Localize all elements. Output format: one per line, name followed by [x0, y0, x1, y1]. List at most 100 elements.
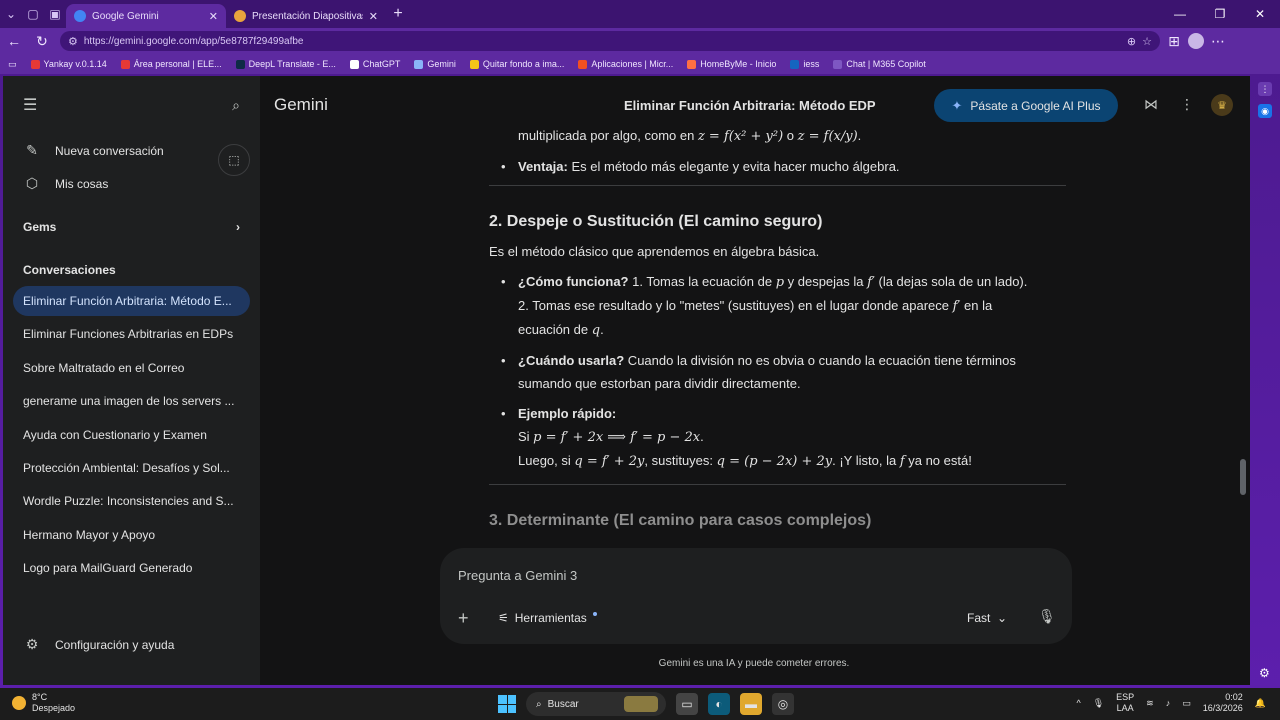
- weather-text: 8°C Despejado: [32, 692, 75, 714]
- math-expression: q = (p − 2x) + 2y: [716, 454, 833, 469]
- text: . ¡Y listo, la: [832, 453, 900, 468]
- share-icon[interactable]: ⋈: [1144, 96, 1158, 113]
- bullet-ejemplo: Ejemplo rápido: Si p = f′ + 2x ⟹ f′ = p …: [489, 402, 1069, 473]
- bookmarks-menu-icon[interactable]: ▭: [8, 59, 17, 70]
- math-expression: f′: [867, 275, 875, 290]
- scrollbar-thumb[interactable]: [1240, 459, 1246, 495]
- task-view-icon[interactable]: ▭: [676, 693, 698, 715]
- prompt-input[interactable]: Pregunta a Gemini 3: [458, 568, 577, 583]
- conversations-heading-label: Conversaciones: [23, 262, 116, 277]
- browser-tab-presentation[interactable]: Presentación Diapositivas Proyect ✕: [226, 4, 386, 28]
- microphone-icon[interactable]: 🎙: [1038, 608, 1056, 625]
- text: ya no está!: [904, 453, 972, 468]
- user-avatar[interactable]: ♛: [1211, 94, 1233, 116]
- conversation-item[interactable]: Wordle Puzzle: Inconsistencies and S...: [13, 486, 250, 516]
- bullet-label: Ejemplo rápido:: [518, 406, 617, 421]
- bookmark-item[interactable]: Chat | M365 Copilot: [833, 59, 926, 69]
- minimize-icon[interactable]: —: [1160, 0, 1200, 28]
- address-bar[interactable]: ⚙ https://gemini.google.com/app/5e8787f2…: [60, 31, 1160, 51]
- bookmark-item[interactable]: DeepL Translate - E...: [235, 59, 336, 69]
- tab-menu-icon[interactable]: ⌄: [0, 3, 22, 25]
- bookmark-item[interactable]: ChatGPT: [349, 59, 400, 69]
- bookmark-item[interactable]: Área personal | ELE...: [120, 59, 222, 69]
- back-icon[interactable]: ←: [0, 33, 28, 49]
- maximize-icon[interactable]: ❐: [1200, 0, 1240, 28]
- conversation-item[interactable]: Eliminar Función Arbitraria: Método E...: [13, 286, 250, 316]
- upgrade-button[interactable]: ✦ Pásate a Google AI Plus: [934, 89, 1118, 122]
- browser-tab-gemini[interactable]: Google Gemini ✕: [66, 4, 226, 28]
- bookmark-item[interactable]: HomeByMe - Inicio: [687, 59, 776, 69]
- show-hidden-icons-icon[interactable]: ^: [1076, 698, 1080, 708]
- menu-icon[interactable]: ☰: [23, 95, 37, 115]
- rail-more-icon[interactable]: ⋮: [1258, 82, 1272, 96]
- browser-menu-icon[interactable]: ⋯: [1204, 33, 1232, 50]
- conversation-item[interactable]: generame una imagen de los servers ...: [13, 386, 250, 416]
- file-explorer-icon[interactable]: ▬: [740, 693, 762, 715]
- bookmark-item[interactable]: Yankay v.0.1.14: [30, 59, 107, 69]
- bookmark-item[interactable]: iess: [790, 59, 819, 69]
- conversation-label: Sobre Maltratado en el Correo: [23, 360, 185, 375]
- bookmark-item[interactable]: Gemini: [414, 59, 456, 69]
- close-window-icon[interactable]: ✕: [1240, 0, 1280, 28]
- weather-widget[interactable]: 8°C Despejado: [12, 692, 75, 714]
- section-intro: Es el método clásico que aprendemos en á…: [489, 244, 820, 259]
- edit-icon: ✎: [26, 142, 38, 158]
- zoom-icon[interactable]: ⊕: [1127, 35, 1136, 48]
- clock[interactable]: 0:02 16/3/2026: [1203, 692, 1243, 714]
- settings-button[interactable]: ⚙ Configuración y ayuda: [3, 628, 194, 661]
- language-indicator[interactable]: ESP LAA: [1116, 692, 1134, 714]
- edge-icon[interactable]: ◐: [708, 693, 730, 715]
- tab-actions-icon[interactable]: ▣: [44, 3, 66, 25]
- copilot-icon[interactable]: ◉: [1258, 104, 1272, 118]
- continued-paragraph: multiplicada por algo, como en z = f(x² …: [489, 124, 1069, 148]
- model-mode-selector[interactable]: Fast ⌄: [967, 611, 1007, 625]
- site-info-icon[interactable]: ⚙: [68, 35, 78, 48]
- divider: [489, 484, 1066, 485]
- bookmark-label: Gemini: [427, 59, 456, 69]
- new-tab-button[interactable]: +: [386, 5, 410, 23]
- text: , sustituyes:: [644, 453, 717, 468]
- conversation-item[interactable]: Logo para MailGuard Generado: [13, 553, 250, 583]
- add-icon[interactable]: +: [458, 608, 469, 629]
- temporary-chat-icon[interactable]: ⬚: [218, 144, 250, 176]
- bookmark-item[interactable]: Quitar fondo a ima...: [469, 59, 564, 69]
- profile-avatar[interactable]: [1188, 33, 1204, 49]
- close-tab-icon[interactable]: ✕: [209, 10, 218, 23]
- wifi-icon[interactable]: ≋: [1146, 698, 1154, 709]
- microphone-tray-icon[interactable]: 🎙: [1093, 698, 1104, 709]
- windows-taskbar: 8°C Despejado ⌕ Buscar ▭ ◐ ▬ ◎ ^ 🎙 ESP LAA…: [0, 688, 1280, 720]
- start-icon[interactable]: [498, 695, 516, 713]
- weather-condition: Despejado: [32, 703, 76, 713]
- reload-icon[interactable]: ↻: [28, 33, 56, 50]
- browser-toolbar: ← ↻ ⚙ https://gemini.google.com/app/5e87…: [0, 28, 1280, 54]
- notifications-icon[interactable]: 🔔: [1255, 698, 1266, 709]
- bookmark-star-icon[interactable]: ☆: [1142, 35, 1152, 48]
- bookmark-label: Chat | M365 Copilot: [846, 59, 926, 69]
- conversation-item[interactable]: Eliminar Funciones Arbitrarias en EDPs: [13, 319, 250, 349]
- my-stuff-button[interactable]: ⬡ Mis cosas: [3, 167, 260, 200]
- more-options-icon[interactable]: ⋮: [1180, 96, 1194, 113]
- search-label: Buscar: [547, 698, 579, 710]
- bullet-label: Ventaja:: [518, 159, 568, 174]
- close-tab-icon[interactable]: ✕: [369, 10, 378, 23]
- extensions-icon[interactable]: ⊞: [1160, 33, 1188, 50]
- gemini-logo[interactable]: Gemini: [274, 95, 328, 115]
- bookmark-item[interactable]: Aplicaciones | Micr...: [578, 59, 673, 69]
- chrome-icon[interactable]: ◎: [772, 693, 794, 715]
- conversation-item[interactable]: Protección Ambiental: Desafíos y Sol...: [13, 453, 250, 483]
- tools-button[interactable]: ⚟ Herramientas: [498, 611, 597, 625]
- battery-icon[interactable]: ▭: [1182, 698, 1191, 709]
- conversation-item[interactable]: Hermano Mayor y Apoyo: [13, 520, 250, 550]
- divider: [489, 185, 1066, 186]
- taskbar-search[interactable]: ⌕ Buscar: [526, 692, 666, 716]
- volume-icon[interactable]: ♪: [1166, 698, 1171, 708]
- gems-item[interactable]: Gems ›: [3, 210, 260, 243]
- bookmark-favicon-icon: [120, 59, 130, 69]
- rail-settings-icon[interactable]: ⚙: [1259, 666, 1270, 680]
- conversation-item[interactable]: Ayuda con Cuestionario y Examen: [13, 420, 250, 450]
- text: y despejas la: [784, 274, 868, 289]
- search-icon[interactable]: ⌕: [232, 97, 240, 114]
- conversation-item[interactable]: Sobre Maltratado en el Correo: [13, 353, 250, 383]
- text: Si: [518, 429, 534, 444]
- workspaces-icon[interactable]: ▢: [22, 3, 44, 25]
